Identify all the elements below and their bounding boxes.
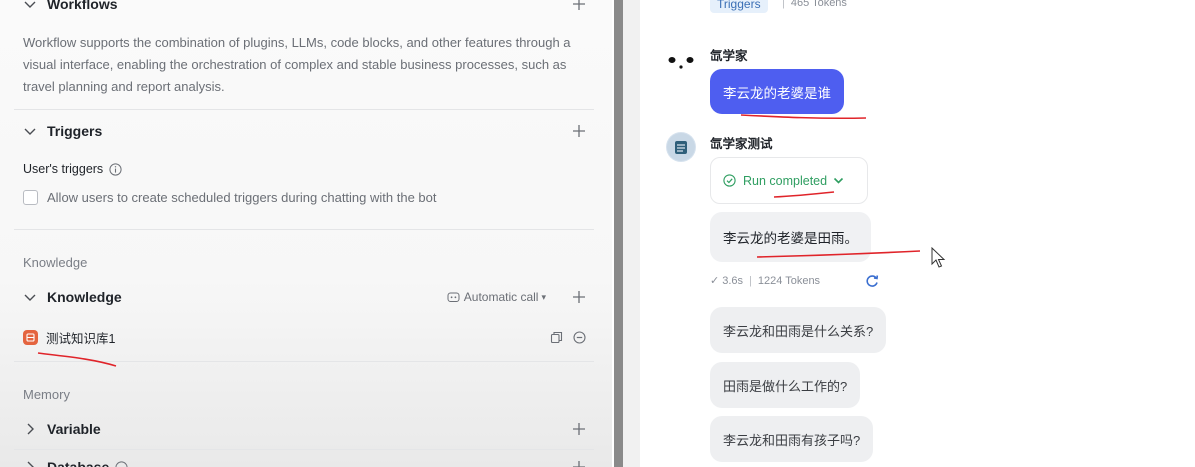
scheduled-triggers-option[interactable]: Allow users to create scheduled triggers… xyxy=(23,190,437,205)
bot-logo-icon xyxy=(667,133,695,161)
check-circle-icon xyxy=(723,174,736,187)
copy-icon[interactable] xyxy=(550,331,563,344)
divider xyxy=(14,361,594,362)
add-variable-icon[interactable] xyxy=(572,422,586,436)
regenerate-icon[interactable] xyxy=(864,273,880,289)
divider xyxy=(14,229,594,230)
info-icon[interactable] xyxy=(115,460,128,467)
previous-message-meta: | 465 Tokens xyxy=(776,0,847,9)
knowledge-section-header[interactable]: Knowledge Automatic call ▾ xyxy=(23,287,592,307)
run-status-label: Run completed xyxy=(743,173,828,188)
knowledge-item[interactable]: 测试知识库1 xyxy=(23,327,592,347)
variable-title: Variable xyxy=(47,421,101,437)
add-database-icon[interactable] xyxy=(572,460,586,467)
users-triggers-label: User's triggers xyxy=(23,162,122,176)
chevron-right-icon xyxy=(23,422,37,436)
panel-resize-handle[interactable] xyxy=(614,0,623,467)
automatic-call-dropdown[interactable]: Automatic call ▾ xyxy=(447,290,546,304)
panel-gutter xyxy=(623,0,640,467)
info-icon[interactable] xyxy=(109,162,122,176)
bot-avatar xyxy=(666,132,696,162)
check-icon: ✓ xyxy=(710,275,720,287)
previous-tokens: 465 Tokens xyxy=(790,0,847,9)
bot-config-panel: Workflows Workflow supports the combinat… xyxy=(0,0,612,467)
user-name: 氙学家 xyxy=(710,49,748,63)
panda-icon xyxy=(668,55,694,73)
robot-icon xyxy=(447,292,460,302)
triggers-section-header[interactable]: Triggers xyxy=(23,121,592,141)
divider xyxy=(14,449,594,450)
suggested-question[interactable]: 李云龙和田雨是什么关系? xyxy=(710,307,887,353)
chevron-down-icon xyxy=(23,124,37,138)
knowledge-base-icon xyxy=(23,329,38,345)
trigger-tag: Triggers xyxy=(710,0,768,13)
reply-meta: ✓ 3.6s | 1224 Tokens xyxy=(710,274,821,288)
knowledge-item-actions xyxy=(550,330,586,344)
chevron-down-icon xyxy=(23,0,37,11)
knowledge-title: Knowledge xyxy=(47,289,122,305)
database-title: Database xyxy=(47,459,110,467)
suggested-question[interactable]: 田雨是做什么工作的? xyxy=(710,362,861,408)
suggested-question[interactable]: 李云龙和田雨有孩子吗? xyxy=(710,416,874,462)
divider xyxy=(14,109,594,110)
database-section-header[interactable]: Database xyxy=(23,457,592,467)
chevron-right-icon xyxy=(23,460,37,467)
scheduled-triggers-checkbox[interactable] xyxy=(23,190,38,205)
chevron-down-icon xyxy=(834,177,844,184)
add-knowledge-icon[interactable] xyxy=(572,290,586,304)
bot-name: 氙学家测试 xyxy=(710,137,773,151)
scheduled-triggers-checkbox-label: Allow users to create scheduled triggers… xyxy=(47,190,437,205)
add-trigger-icon[interactable] xyxy=(572,124,586,138)
chevron-down-icon xyxy=(23,290,37,304)
chat-preview-panel: Triggers | 465 Tokens 氙学家 李云龙的老婆是谁 氙学家测试… xyxy=(640,0,1195,467)
bot-reply-bubble: 李云龙的老婆是田雨。 xyxy=(710,212,871,262)
remove-icon[interactable] xyxy=(573,330,586,344)
workflows-description: Workflow supports the combination of plu… xyxy=(23,35,571,94)
add-workflow-icon[interactable] xyxy=(572,0,586,11)
knowledge-group-label: Knowledge xyxy=(23,255,88,270)
workflows-section-header[interactable]: Workflows xyxy=(23,0,592,14)
caret-down-icon: ▾ xyxy=(541,291,546,302)
workflows-title: Workflows xyxy=(47,0,118,12)
variable-section-header[interactable]: Variable xyxy=(23,419,592,439)
triggers-title: Triggers xyxy=(47,123,103,139)
user-message-bubble: 李云龙的老婆是谁 xyxy=(710,69,844,114)
memory-group-label: Memory xyxy=(23,387,70,402)
knowledge-item-name: 测试知识库1 xyxy=(46,331,116,346)
user-avatar xyxy=(666,48,696,78)
reply-time: 3.6s xyxy=(722,274,744,287)
mouse-cursor-icon xyxy=(931,247,946,268)
run-status-toggle[interactable]: Run completed xyxy=(710,157,868,204)
reply-tokens: 1224 Tokens xyxy=(757,274,821,287)
